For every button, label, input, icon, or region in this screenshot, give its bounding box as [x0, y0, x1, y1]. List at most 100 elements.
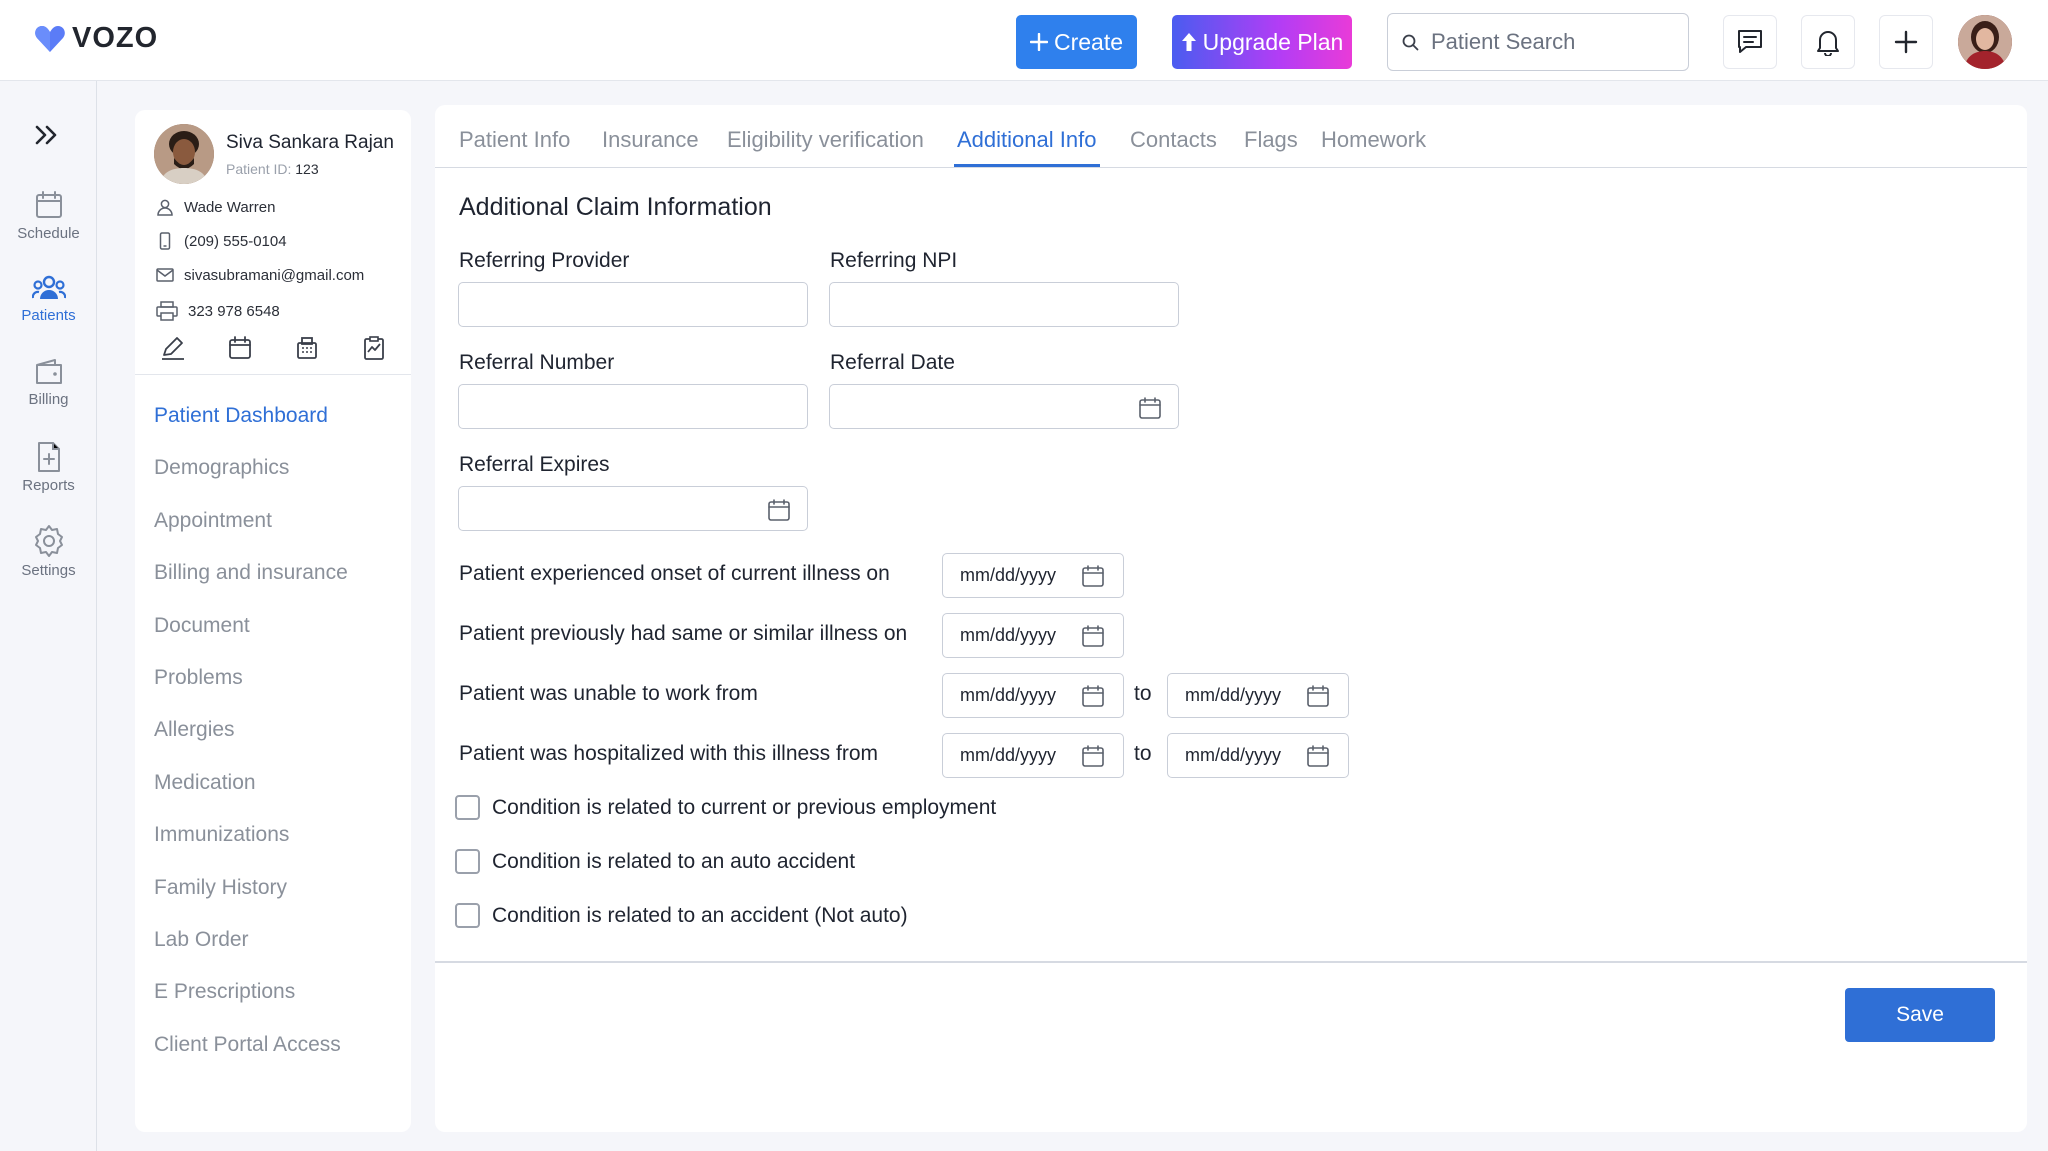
auto-accident-checkbox-row[interactable]: Condition is related to an auto accident — [455, 849, 855, 874]
referral-number-input[interactable] — [459, 385, 807, 428]
referring-provider-input[interactable] — [459, 283, 807, 326]
referral-expires-input[interactable] — [459, 487, 807, 530]
rail-item-patients[interactable]: Patients — [0, 273, 97, 324]
patient-nav-e-prescriptions[interactable]: E Prescriptions — [154, 977, 348, 1029]
patient-email[interactable]: sivasubramani@gmail.com — [184, 267, 364, 284]
tab-patient-info[interactable]: Patient Info — [459, 127, 570, 153]
chat-icon — [1738, 30, 1762, 53]
phone-icon — [159, 232, 171, 250]
clipboard-chart-icon[interactable] — [361, 335, 387, 361]
patient-fax-row: 323 978 6548 — [156, 301, 280, 321]
patient-phone[interactable]: (209) 555-0104 — [184, 233, 287, 250]
calendar-icon[interactable] — [767, 498, 791, 522]
employment-checkbox-row[interactable]: Condition is related to current or previ… — [455, 795, 996, 820]
referring-npi-field[interactable] — [829, 282, 1179, 327]
referring-provider-field[interactable] — [458, 282, 808, 327]
rail-item-settings[interactable]: Settings — [0, 524, 97, 579]
patient-nav-family-history[interactable]: Family History — [154, 873, 348, 925]
section-title: Additional Claim Information — [459, 193, 772, 221]
referral-expires-field[interactable] — [458, 486, 808, 531]
double-chevron-right-icon — [35, 125, 57, 145]
rail-item-billing[interactable]: Billing — [0, 357, 97, 408]
patient-photo — [154, 124, 214, 184]
user-avatar[interactable] — [1958, 15, 2012, 69]
plus-icon — [1029, 33, 1048, 51]
patient-nav-problems[interactable]: Problems — [154, 663, 348, 715]
rail-item-schedule[interactable]: Schedule — [0, 189, 97, 242]
calendar-icon[interactable] — [1081, 744, 1105, 768]
fax-icon[interactable] — [294, 335, 320, 361]
form-footer-divider — [435, 961, 2027, 963]
rail-item-reports[interactable]: Reports — [0, 441, 97, 494]
plus-icon — [1894, 30, 1918, 54]
tab-eligibility[interactable]: Eligibility verification — [727, 127, 924, 153]
calendar-icon[interactable] — [1081, 564, 1105, 588]
bell-icon — [1817, 31, 1839, 56]
patient-nav-dashboard[interactable]: Patient Dashboard — [154, 401, 348, 453]
top-bar: VOZO Create Upgrade Plan — [0, 0, 2048, 81]
calendar-icon[interactable] — [1306, 684, 1330, 708]
referral-number-label: Referral Number — [459, 351, 615, 374]
patient-nav-allergies[interactable]: Allergies — [154, 715, 348, 767]
employment-checkbox[interactable] — [455, 795, 480, 820]
auto-accident-checkbox[interactable] — [455, 849, 480, 874]
tab-additional-info[interactable]: Additional Info — [957, 127, 1096, 153]
tab-insurance[interactable]: Insurance — [602, 127, 699, 153]
tab-contacts[interactable]: Contacts — [1130, 127, 1217, 153]
save-button[interactable]: Save — [1845, 988, 1995, 1042]
rail-label: Reports — [22, 477, 75, 494]
patient-email-row: sivasubramani@gmail.com — [156, 266, 364, 284]
notifications-button[interactable] — [1801, 15, 1855, 69]
upgrade-plan-button[interactable]: Upgrade Plan — [1172, 15, 1352, 69]
patient-nav-client-portal[interactable]: Client Portal Access — [154, 1030, 348, 1082]
upgrade-label: Upgrade Plan — [1202, 28, 1344, 55]
referral-date-input[interactable] — [830, 385, 1178, 428]
auto-accident-checkbox-label: Condition is related to an auto accident — [492, 849, 856, 873]
date-placeholder: mm/dd/yyyy — [1185, 685, 1282, 705]
calendar-icon[interactable] — [227, 335, 253, 361]
create-button[interactable]: Create — [1016, 15, 1137, 69]
patient-nav-immunizations[interactable]: Immunizations — [154, 820, 348, 872]
patient-search[interactable] — [1387, 13, 1689, 71]
referral-number-field[interactable] — [458, 384, 808, 429]
main-panel: Patient Info Insurance Eligibility verif… — [435, 105, 2027, 1132]
patient-nav-demographics[interactable]: Demographics — [154, 453, 348, 505]
hospitalized-from-field[interactable]: mm/dd/yyyy — [942, 733, 1124, 778]
search-icon — [1402, 34, 1419, 50]
onset-date-field[interactable]: mm/dd/yyyy — [942, 553, 1124, 598]
other-accident-checkbox-row[interactable]: Condition is related to an accident (Not… — [455, 903, 908, 928]
patient-nav-medication[interactable]: Medication — [154, 768, 348, 820]
edit-icon[interactable] — [160, 335, 186, 361]
calendar-icon[interactable] — [1081, 624, 1105, 648]
vozo-logo[interactable]: VOZO — [34, 22, 158, 55]
person-icon — [157, 199, 173, 216]
search-input[interactable] — [1431, 29, 1671, 55]
patient-nav-document[interactable]: Document — [154, 611, 348, 663]
mail-icon — [156, 268, 174, 282]
calendar-icon[interactable] — [1081, 684, 1105, 708]
patient-nav-billing-insurance[interactable]: Billing and insurance — [154, 558, 348, 610]
user-photo — [1958, 15, 2012, 69]
tab-flags[interactable]: Flags — [1244, 127, 1298, 153]
tab-homework[interactable]: Homework — [1321, 127, 1426, 153]
other-accident-checkbox-label: Condition is related to an accident (Not… — [492, 903, 908, 927]
quick-add-button[interactable] — [1879, 15, 1933, 69]
patient-nav-lab-order[interactable]: Lab Order — [154, 925, 348, 977]
patient-nav-appointment[interactable]: Appointment — [154, 506, 348, 558]
unable-work-to-field[interactable]: mm/dd/yyyy — [1167, 673, 1349, 718]
referring-npi-input[interactable] — [830, 283, 1178, 326]
printer-icon — [156, 301, 178, 321]
referral-expires-label: Referral Expires — [459, 453, 610, 476]
calendar-icon[interactable] — [1138, 396, 1162, 420]
expand-sidebar-button[interactable] — [33, 123, 61, 147]
unable-work-from-field[interactable]: mm/dd/yyyy — [942, 673, 1124, 718]
hospitalized-to-field[interactable]: mm/dd/yyyy — [1167, 733, 1349, 778]
other-accident-checkbox[interactable] — [455, 903, 480, 928]
calendar-icon[interactable] — [1306, 744, 1330, 768]
similar-illness-date-field[interactable]: mm/dd/yyyy — [942, 613, 1124, 658]
messages-button[interactable] — [1723, 15, 1777, 69]
date-placeholder: mm/dd/yyyy — [960, 565, 1057, 585]
patient-action-bar — [160, 335, 387, 361]
to-label: to — [1134, 742, 1152, 765]
referral-date-field[interactable] — [829, 384, 1179, 429]
